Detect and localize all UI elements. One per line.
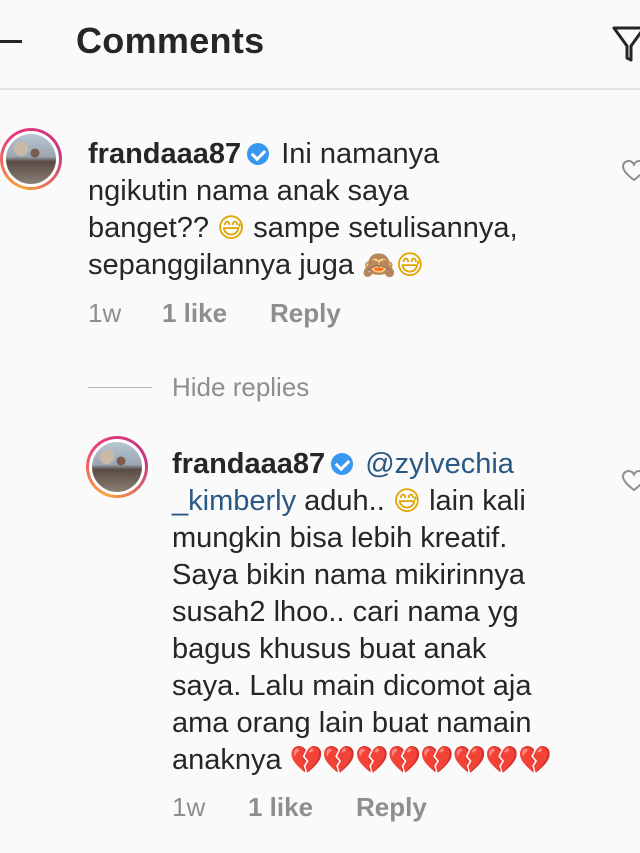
reply-line: saya. Lalu main dicomot aja bbox=[172, 670, 532, 702]
like-heart-icon[interactable] bbox=[622, 470, 640, 492]
avatar[interactable] bbox=[0, 128, 62, 190]
back-arrow-icon[interactable] bbox=[0, 40, 22, 43]
verified-badge-icon bbox=[331, 453, 354, 475]
reply-line: mungkin bisa lebih kreatif. bbox=[172, 522, 508, 554]
comment-meta: 1w 1 like Reply bbox=[88, 298, 388, 330]
mention-link[interactable]: @zylvechia bbox=[365, 448, 514, 480]
comments-header: Comments bbox=[0, 0, 640, 90]
hide-replies-toggle[interactable]: Hide replies bbox=[88, 372, 388, 402]
reply-line: bagus khusus buat anak bbox=[172, 633, 487, 665]
reply-time: 1w bbox=[172, 792, 206, 822]
like-count[interactable]: 1 like bbox=[162, 298, 227, 329]
comment-time: 1w bbox=[88, 298, 122, 328]
comment-text: frandaaa87 Ini namanya ngikutin nama ana… bbox=[88, 136, 608, 284]
comment-line: sampe setulisannya, bbox=[253, 212, 518, 244]
comment-line: banget?? bbox=[88, 212, 209, 244]
comment-line: ngikutin nama anak saya bbox=[88, 175, 409, 207]
like-heart-icon[interactable] bbox=[622, 160, 640, 182]
comment-line: Ini namanya bbox=[281, 138, 440, 170]
see-no-evil-monkey-emoji: 🙈 bbox=[362, 250, 396, 281]
comment-username[interactable]: frandaaa87 bbox=[88, 138, 241, 170]
broken-heart-emoji: 💔💔💔💔💔💔💔💔 bbox=[289, 745, 552, 776]
reply-line: susah2 lhoo.. cari nama yg bbox=[172, 596, 519, 628]
profile-photo bbox=[92, 442, 142, 492]
mention-link[interactable]: _kimberly bbox=[172, 485, 296, 517]
verified-badge-icon bbox=[247, 143, 270, 165]
page-title: Comments bbox=[76, 20, 265, 61]
filter-icon[interactable] bbox=[612, 22, 640, 62]
grinning-sweat-emoji: 😅 bbox=[217, 213, 246, 244]
like-count[interactable]: 1 like bbox=[248, 792, 313, 823]
reply-line: lain kali bbox=[429, 485, 526, 517]
reply-line: Saya bikin nama mikirinnya bbox=[172, 559, 525, 591]
reply-username[interactable]: frandaaa87 bbox=[172, 448, 325, 480]
reply-button[interactable]: Reply bbox=[270, 298, 341, 329]
reply-text: frandaaa87 @zylvechia _kimberly aduh.. 😅… bbox=[172, 446, 612, 779]
profile-photo bbox=[6, 134, 56, 184]
avatar[interactable] bbox=[86, 436, 148, 498]
grinning-sweat-emoji: 😅 bbox=[395, 250, 424, 281]
reply-line: ama orang lain buat namain bbox=[172, 707, 532, 739]
comment-line: sepanggilannya juga bbox=[88, 249, 355, 281]
reply-meta: 1w 1 like Reply bbox=[172, 792, 472, 824]
reply-button[interactable]: Reply bbox=[356, 792, 427, 823]
divider bbox=[88, 387, 152, 388]
reply-line: anaknya bbox=[172, 744, 282, 776]
hide-replies-label[interactable]: Hide replies bbox=[172, 372, 309, 403]
grinning-sweat-emoji: 😅 bbox=[392, 486, 422, 517]
reply-line: aduh.. bbox=[304, 485, 385, 517]
